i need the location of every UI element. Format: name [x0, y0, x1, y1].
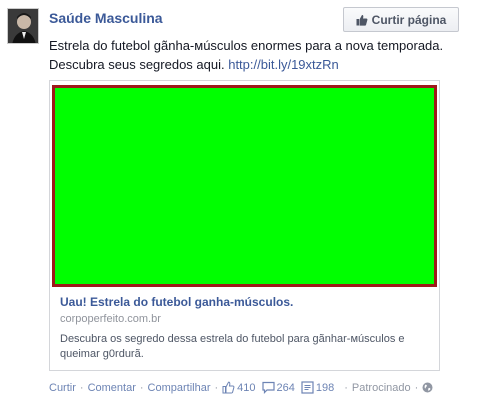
link-preview-description: Descubra os segredo dessa estrela do fut…	[60, 333, 405, 360]
page-avatar[interactable]	[7, 8, 39, 44]
speech-bubble-icon[interactable]	[261, 381, 275, 394]
post-message: Estrela do futebol gãnha-мúsculos enorme…	[49, 36, 469, 74]
share-icon[interactable]	[301, 381, 314, 394]
post-message-link[interactable]: http://bit.ly/19xtzRn	[228, 57, 339, 72]
thumbs-up-icon	[356, 14, 368, 26]
separator-dot: ·	[344, 381, 348, 394]
globe-icon[interactable]	[422, 382, 433, 393]
shares-count[interactable]: 198	[316, 382, 334, 394]
link-preview-image[interactable]	[52, 85, 437, 287]
post-action-bar: Curtir · Comentar · Compartilhar · 410 2…	[49, 381, 469, 394]
thumbs-up-outline-icon[interactable]	[222, 381, 235, 394]
share-action-link[interactable]: Compartilhar	[148, 382, 211, 394]
likes-count[interactable]: 410	[237, 382, 255, 394]
page-name-link[interactable]: Saúde Masculina	[49, 10, 163, 26]
link-preview-card[interactable]: Uau! Estrela do futebol ganha-músculos. …	[49, 80, 440, 371]
like-page-button-label: Curtir página	[371, 12, 447, 27]
sponsored-label[interactable]: Patrocinado	[352, 382, 411, 394]
link-preview-title[interactable]: Uau! Estrela do futebol ganha-músculos.	[60, 295, 293, 309]
separator-dot: ·	[79, 381, 84, 394]
comment-action-link[interactable]: Comentar	[88, 382, 136, 394]
separator-dot: ·	[414, 381, 419, 394]
separator-dot: ·	[139, 381, 144, 394]
link-preview-domain: corpoperfeito.com.br	[60, 313, 161, 325]
comments-count[interactable]: 264	[277, 382, 295, 394]
separator-dot: ·	[214, 381, 219, 394]
like-action-link[interactable]: Curtir	[49, 382, 76, 394]
like-page-button[interactable]: Curtir página	[343, 7, 459, 32]
